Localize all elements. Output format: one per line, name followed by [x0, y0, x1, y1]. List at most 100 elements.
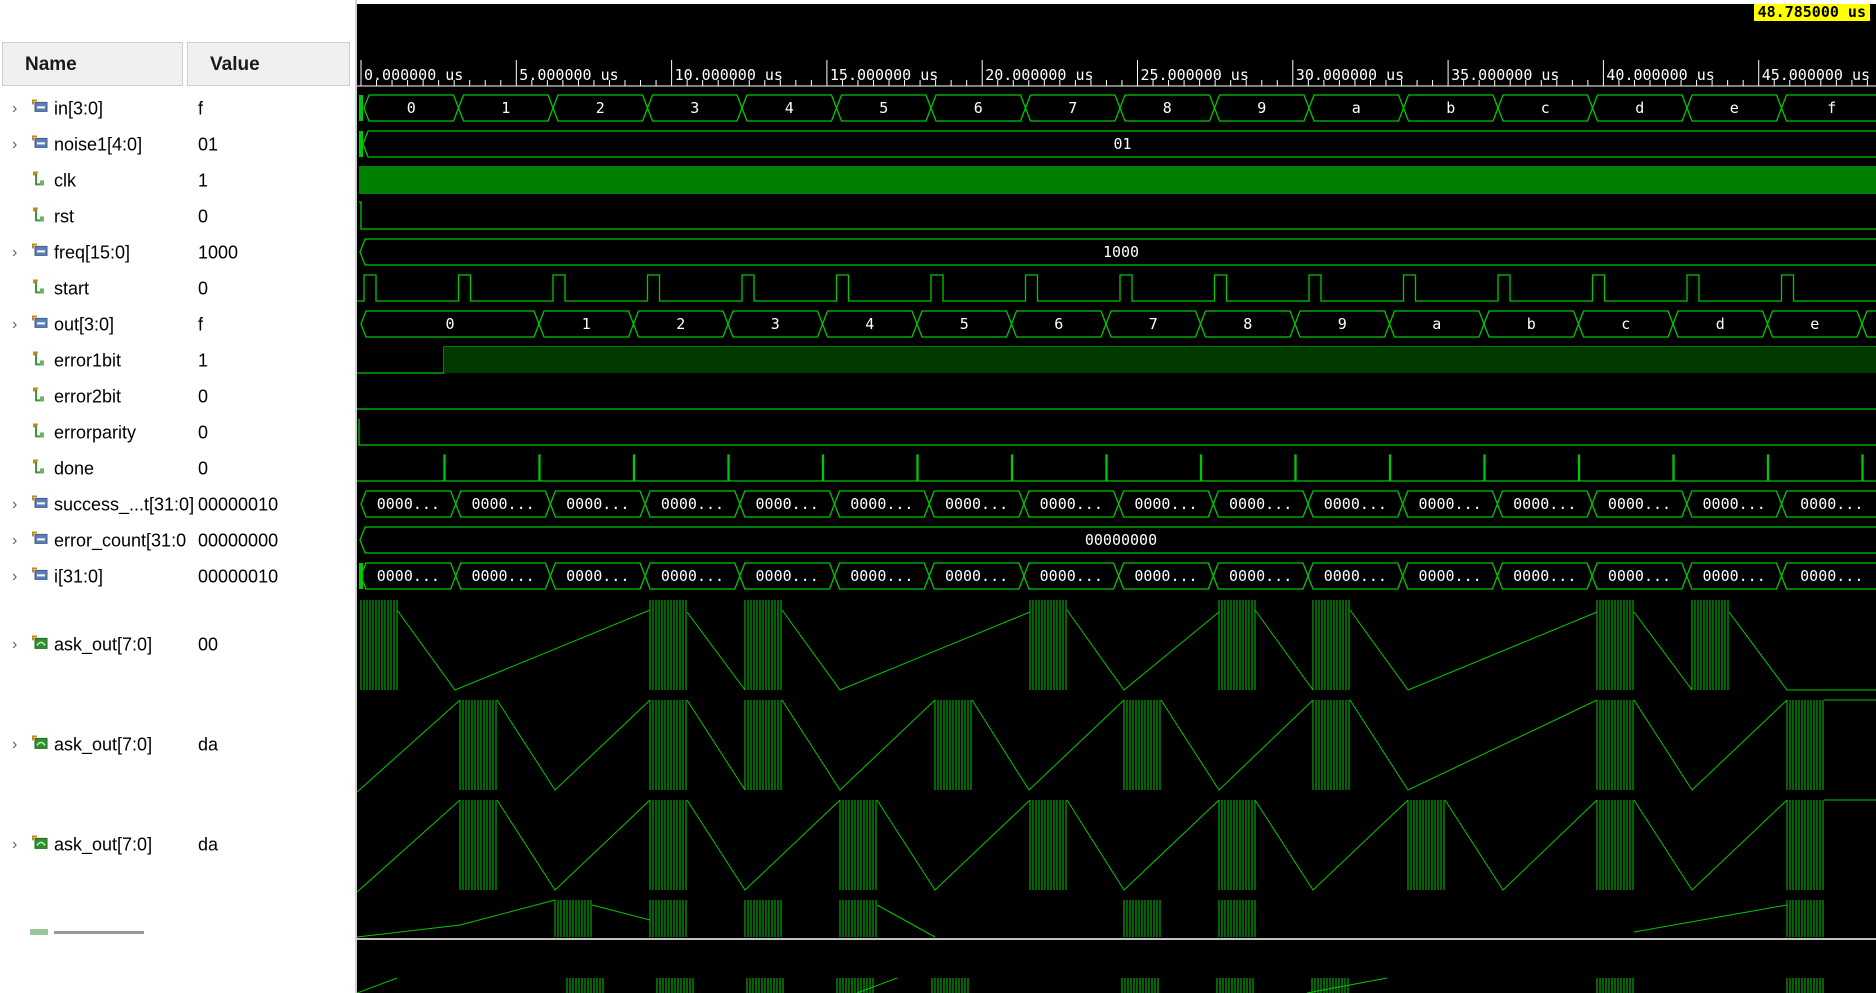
chevron-right-icon[interactable]: ›	[12, 523, 26, 559]
signal-value: f	[198, 314, 204, 335]
ask-burst	[1596, 800, 1634, 890]
signal-row[interactable]: › ask_out[7:0] da	[0, 795, 356, 895]
timeline-label: 20.000000 us	[985, 66, 1093, 84]
signal-value: 0	[198, 206, 209, 227]
chevron-right-icon[interactable]: ›	[12, 595, 26, 695]
in-bus-value: 4	[785, 99, 794, 117]
value-column-header[interactable]: Value	[187, 42, 350, 86]
signal-name: rst	[54, 206, 74, 227]
signal-row[interactable]: › success_...t[31:0] 00000010	[0, 487, 356, 523]
timeline-label: 15.000000 us	[830, 66, 938, 84]
panel-toolbar-area	[0, 0, 356, 40]
chevron-right-icon[interactable]: ›	[12, 795, 26, 895]
ask-ramp	[1633, 904, 1788, 933]
timeline-label: 30.000000 us	[1296, 66, 1404, 84]
signal-row[interactable]: › ask_out[7:0] 00	[0, 595, 356, 695]
ask-burst	[1786, 900, 1824, 937]
in-bus-value: 6	[974, 99, 983, 117]
ask-ramp	[1633, 611, 1693, 691]
signal-row[interactable]: errorparity 0	[0, 415, 356, 451]
chevron-right-icon[interactable]: ›	[12, 127, 26, 163]
success-bus-value: 0000...	[471, 495, 534, 513]
signal-name: i[31:0]	[54, 566, 104, 587]
success-bus-value: 0000...	[1229, 495, 1292, 513]
ask-ramp	[1349, 699, 1598, 791]
ask-ramp	[1160, 699, 1314, 791]
signal-row[interactable]: › ask_out[7:0] da	[0, 695, 356, 795]
i-bus-value: 0000...	[566, 567, 629, 585]
ask-ramp	[1254, 609, 1314, 691]
waveform-canvas[interactable]: 0.000000 us 5.000000 us 10.000000 us 15.000…	[357, 0, 1876, 993]
start-waveform	[357, 274, 1876, 302]
signal-name: errorparity	[54, 422, 137, 443]
signal-value: 01	[198, 134, 219, 155]
out-bus-value: b	[1527, 315, 1536, 333]
success-bus-value: 0000...	[661, 495, 724, 513]
signal-row[interactable]: › noise1[4:0] 01	[0, 127, 356, 163]
signal-row[interactable]: › freq[15:0] 1000	[0, 235, 356, 271]
ask-ramp	[396, 609, 651, 691]
ask-burst	[744, 600, 782, 690]
signal-row[interactable]: error2bit 0	[0, 379, 356, 415]
signal-name: error_count[31:0	[54, 530, 187, 551]
name-column-header[interactable]: Name	[2, 42, 183, 86]
signal-row[interactable]: rst 0	[0, 199, 356, 235]
ask-ramp	[357, 977, 398, 993]
signal-value: f	[198, 98, 204, 119]
in-bus-value: 3	[690, 99, 699, 117]
in-bus-value: 8	[1163, 99, 1172, 117]
bus-icon	[32, 531, 50, 547]
i-bus-value: 0000...	[1800, 567, 1863, 585]
signal-name: ask_out[7:0]	[54, 734, 153, 755]
ask-burst	[1596, 600, 1634, 690]
wire-icon	[32, 207, 50, 223]
wire-icon	[32, 279, 50, 295]
noise-bus-value: 01	[1113, 135, 1131, 153]
out-bus-value: 4	[865, 315, 874, 333]
signal-row[interactable]: › error_count[31:0 00000000	[0, 523, 356, 559]
analog-icon	[32, 635, 50, 651]
signal-row[interactable]: done 0	[0, 451, 356, 487]
signal-row[interactable]: › in[3:0] f	[0, 91, 356, 127]
signal-row[interactable]: › i[31:0] 00000010	[0, 559, 356, 595]
signal-name: in[3:0]	[54, 98, 104, 119]
timeline-label: 35.000000 us	[1451, 66, 1559, 84]
in-bus-value: d	[1635, 99, 1644, 117]
waveform-panel[interactable]: 48.785000 us 0.000000 us 5.000000 us 10.00…	[357, 0, 1876, 993]
in-bus-value: a	[1352, 99, 1361, 117]
ask-ramp	[686, 611, 746, 691]
chevron-right-icon[interactable]: ›	[12, 559, 26, 595]
signal-row[interactable]: start 0	[0, 271, 356, 307]
ask-ramp	[781, 699, 936, 791]
bus-icon	[32, 135, 50, 151]
signal-row[interactable]: clk 1	[0, 163, 356, 199]
signal-name: out[3:0]	[54, 314, 115, 335]
signal-row[interactable]: error1bit 1	[0, 343, 356, 379]
bus-icon	[32, 567, 50, 583]
timeline-label: 0.000000 us	[364, 66, 463, 84]
ask-burst	[1216, 978, 1254, 993]
ask-burst	[554, 900, 592, 937]
ask-ramp	[876, 799, 1031, 891]
success-bus-value: 0000...	[377, 495, 440, 513]
chevron-right-icon[interactable]: ›	[12, 695, 26, 795]
ask-ramp	[876, 904, 936, 938]
ask-ramp	[496, 699, 651, 791]
i-bus-value: 0000...	[471, 567, 534, 585]
rst-waveform	[359, 201, 1876, 230]
i-bus-value: 0000...	[661, 567, 724, 585]
chevron-right-icon[interactable]: ›	[12, 307, 26, 343]
i-bus-value: 0000...	[1418, 567, 1481, 585]
chevron-right-icon[interactable]: ›	[12, 487, 26, 523]
signal-name: clk	[54, 170, 76, 191]
error-count-bus-value: 00000000	[1085, 531, 1157, 549]
in-start-marker	[359, 95, 363, 121]
ask-ramp	[1444, 799, 1598, 891]
signal-row[interactable]: › out[3:0] f	[0, 307, 356, 343]
signal-name: noise1[4:0]	[54, 134, 143, 155]
chevron-right-icon[interactable]: ›	[12, 235, 26, 271]
chevron-right-icon[interactable]: ›	[12, 91, 26, 127]
bus-icon	[32, 99, 50, 115]
signal-name: error2bit	[54, 386, 122, 407]
out-bus-value: 3	[771, 315, 780, 333]
